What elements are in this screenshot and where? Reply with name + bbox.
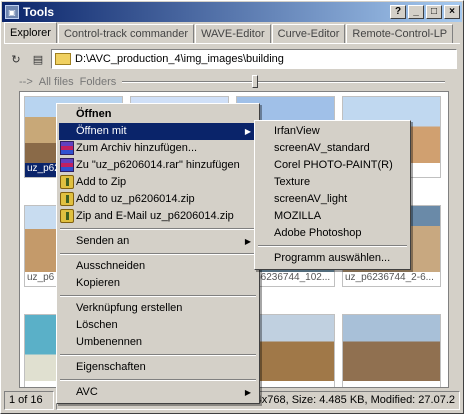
folders-label[interactable]: Folders: [80, 76, 117, 88]
menu-item-label: Corel PHOTO-PAINT(R): [274, 159, 393, 171]
submenu-arrow-icon: ▶: [244, 388, 251, 397]
thumbnail-size-slider[interactable]: [122, 75, 445, 89]
minimize-button[interactable]: _: [408, 5, 424, 19]
thumbnail-caption: [343, 381, 440, 387]
menu-item-label: Kopieren: [76, 277, 121, 289]
menu-separator: [60, 228, 256, 230]
menu-item-irfanview[interactable]: IrfanView: [257, 123, 408, 140]
menu-item-label: Zum Archiv hinzufügen...: [76, 142, 198, 154]
menu-item-label: screenAV_standard: [274, 142, 370, 154]
menu-separator: [60, 354, 256, 356]
menu-item-programm-ausw-hlen[interactable]: Programm auswählen...: [257, 250, 408, 267]
menu-item-avc[interactable]: AVC ▶: [59, 384, 257, 401]
menu-item-l-schen[interactable]: Löschen: [59, 317, 257, 334]
help-button[interactable]: ?: [390, 5, 406, 19]
filter-arrow[interactable]: -->: [19, 76, 33, 88]
menu-item-add-to-zip[interactable]: Add to Zip: [59, 174, 257, 191]
toolbar: ↻ ▤ D:\AVC_production_4\img_images\build…: [7, 48, 457, 70]
window-title: Tools: [23, 5, 55, 19]
menu-item-zu-uz-p6206014-rar-hinzuf-gen[interactable]: Zu "uz_p6206014.rar" hinzufügen: [59, 157, 257, 174]
menu-item-label: Texture: [274, 176, 311, 188]
menu-item-label: Add to Zip: [76, 176, 127, 188]
menu-item-label: Adobe Photoshop: [274, 227, 362, 239]
app-icon: ▣: [5, 5, 19, 19]
menu-item-label: Verknüpfung erstellen: [76, 302, 183, 314]
menu-item-label: Programm auswählen...: [274, 252, 391, 264]
thumbnail-image: [343, 315, 440, 381]
tab-explorer[interactable]: Explorer: [4, 22, 57, 43]
menu-separator: [258, 245, 407, 247]
menu-item-eigenschaften[interactable]: Eigenschaften: [59, 359, 257, 376]
menu-item-label: MOZILLA: [274, 210, 322, 222]
all-files-label[interactable]: All files: [39, 76, 74, 88]
menu-item-label: Ausschneiden: [76, 260, 146, 272]
menu-item-zip-and-e-mail-uz-p6206014-zip[interactable]: Zip and E-Mail uz_p6206014.zip: [59, 208, 257, 225]
thumbnail-item[interactable]: [342, 314, 441, 387]
title-bar[interactable]: ▣ Tools ? _ □ ×: [2, 2, 462, 22]
tab-curve-editor[interactable]: Curve-Editor: [271, 24, 346, 43]
tab-strip: Explorer Control-track commander WAVE-Ed…: [4, 22, 460, 44]
menu-item-label: Senden an: [76, 235, 130, 247]
menu-item-texture[interactable]: Texture: [257, 174, 408, 191]
menu-item-corel-photo-paint-r[interactable]: Corel PHOTO-PAINT(R): [257, 157, 408, 174]
menu-separator: [60, 295, 256, 297]
winzip-icon: [60, 209, 74, 223]
submenu-arrow-icon: ▶: [244, 127, 251, 136]
close-button[interactable]: ×: [444, 5, 460, 19]
tab-control-track-commander[interactable]: Control-track commander: [57, 24, 195, 43]
menu-item-umbenennen[interactable]: Umbenennen: [59, 334, 257, 351]
menu-item-label: Add to uz_p6206014.zip: [76, 193, 195, 205]
menu-item-label: Löschen: [76, 319, 118, 331]
menu-item-label: screenAV_light: [274, 193, 348, 205]
refresh-icon[interactable]: ↻: [7, 50, 25, 68]
menu-item-senden-an[interactable]: Senden an ▶: [59, 233, 257, 250]
menu-item-label: Umbenennen: [76, 336, 143, 348]
menu-item-label: Zip and E-Mail uz_p6206014.zip: [76, 210, 234, 222]
submenu-arrow-icon: ▶: [244, 237, 251, 246]
winzip-icon: [60, 175, 74, 189]
path-field[interactable]: D:\AVC_production_4\img_images\building: [51, 49, 457, 69]
maximize-button[interactable]: □: [426, 5, 442, 19]
menu-separator: [60, 253, 256, 255]
folder-icon[interactable]: ▤: [29, 50, 47, 68]
menu-item-label: IrfanView: [274, 125, 320, 137]
status-position: 1 of 16: [4, 391, 54, 410]
menu-item-verkn-pfung-erstellen[interactable]: Verknüpfung erstellen: [59, 300, 257, 317]
menu-item-zum-archiv-hinzuf-gen[interactable]: Zum Archiv hinzufügen...: [59, 140, 257, 157]
open-with-submenu: IrfanView screenAV_standard Corel PHOTO-PA…: [254, 120, 411, 270]
tab-remote-control[interactable]: Remote-Control-LP: [346, 24, 454, 43]
thumbnail-caption: uz_p6236744_2-6...: [343, 272, 440, 286]
menu-separator: [60, 379, 256, 381]
menu-item-ausschneiden[interactable]: Ausschneiden: [59, 258, 257, 275]
folder-path-icon: [55, 53, 71, 65]
tab-wave-editor[interactable]: WAVE-Editor: [195, 24, 271, 43]
menu-item-ffnen-mit[interactable]: Öffnen mit ▶: [59, 123, 257, 140]
menu-item-screenav-light[interactable]: screenAV_light: [257, 191, 408, 208]
slider-thumb[interactable]: [251, 75, 258, 88]
winzip-icon: [60, 192, 74, 206]
menu-item-label: AVC: [76, 386, 98, 398]
menu-item-label: Eigenschaften: [76, 361, 146, 373]
winrar-icon: [60, 141, 74, 155]
filter-bar: --> All files Folders: [19, 74, 445, 90]
winrar-icon: [60, 158, 74, 172]
menu-item-label: Öffnen mit: [76, 125, 127, 137]
menu-item-ffnen[interactable]: Öffnen: [59, 106, 257, 123]
menu-item-screenav-standard[interactable]: screenAV_standard: [257, 140, 408, 157]
slider-track: [122, 81, 445, 83]
menu-item-kopieren[interactable]: Kopieren: [59, 275, 257, 292]
context-menu: Öffnen Öffnen mit ▶ Zum Archiv hinzufügen..…: [56, 103, 260, 404]
menu-item-add-to-uz-p6206014-zip[interactable]: Add to uz_p6206014.zip: [59, 191, 257, 208]
menu-item-label: Öffnen: [76, 108, 112, 120]
path-text: D:\AVC_production_4\img_images\building: [75, 53, 284, 65]
menu-item-label: Zu "uz_p6206014.rar" hinzufügen: [76, 159, 240, 171]
menu-item-mozilla[interactable]: MOZILLA: [257, 208, 408, 225]
menu-item-adobe-photoshop[interactable]: Adobe Photoshop: [257, 225, 408, 242]
